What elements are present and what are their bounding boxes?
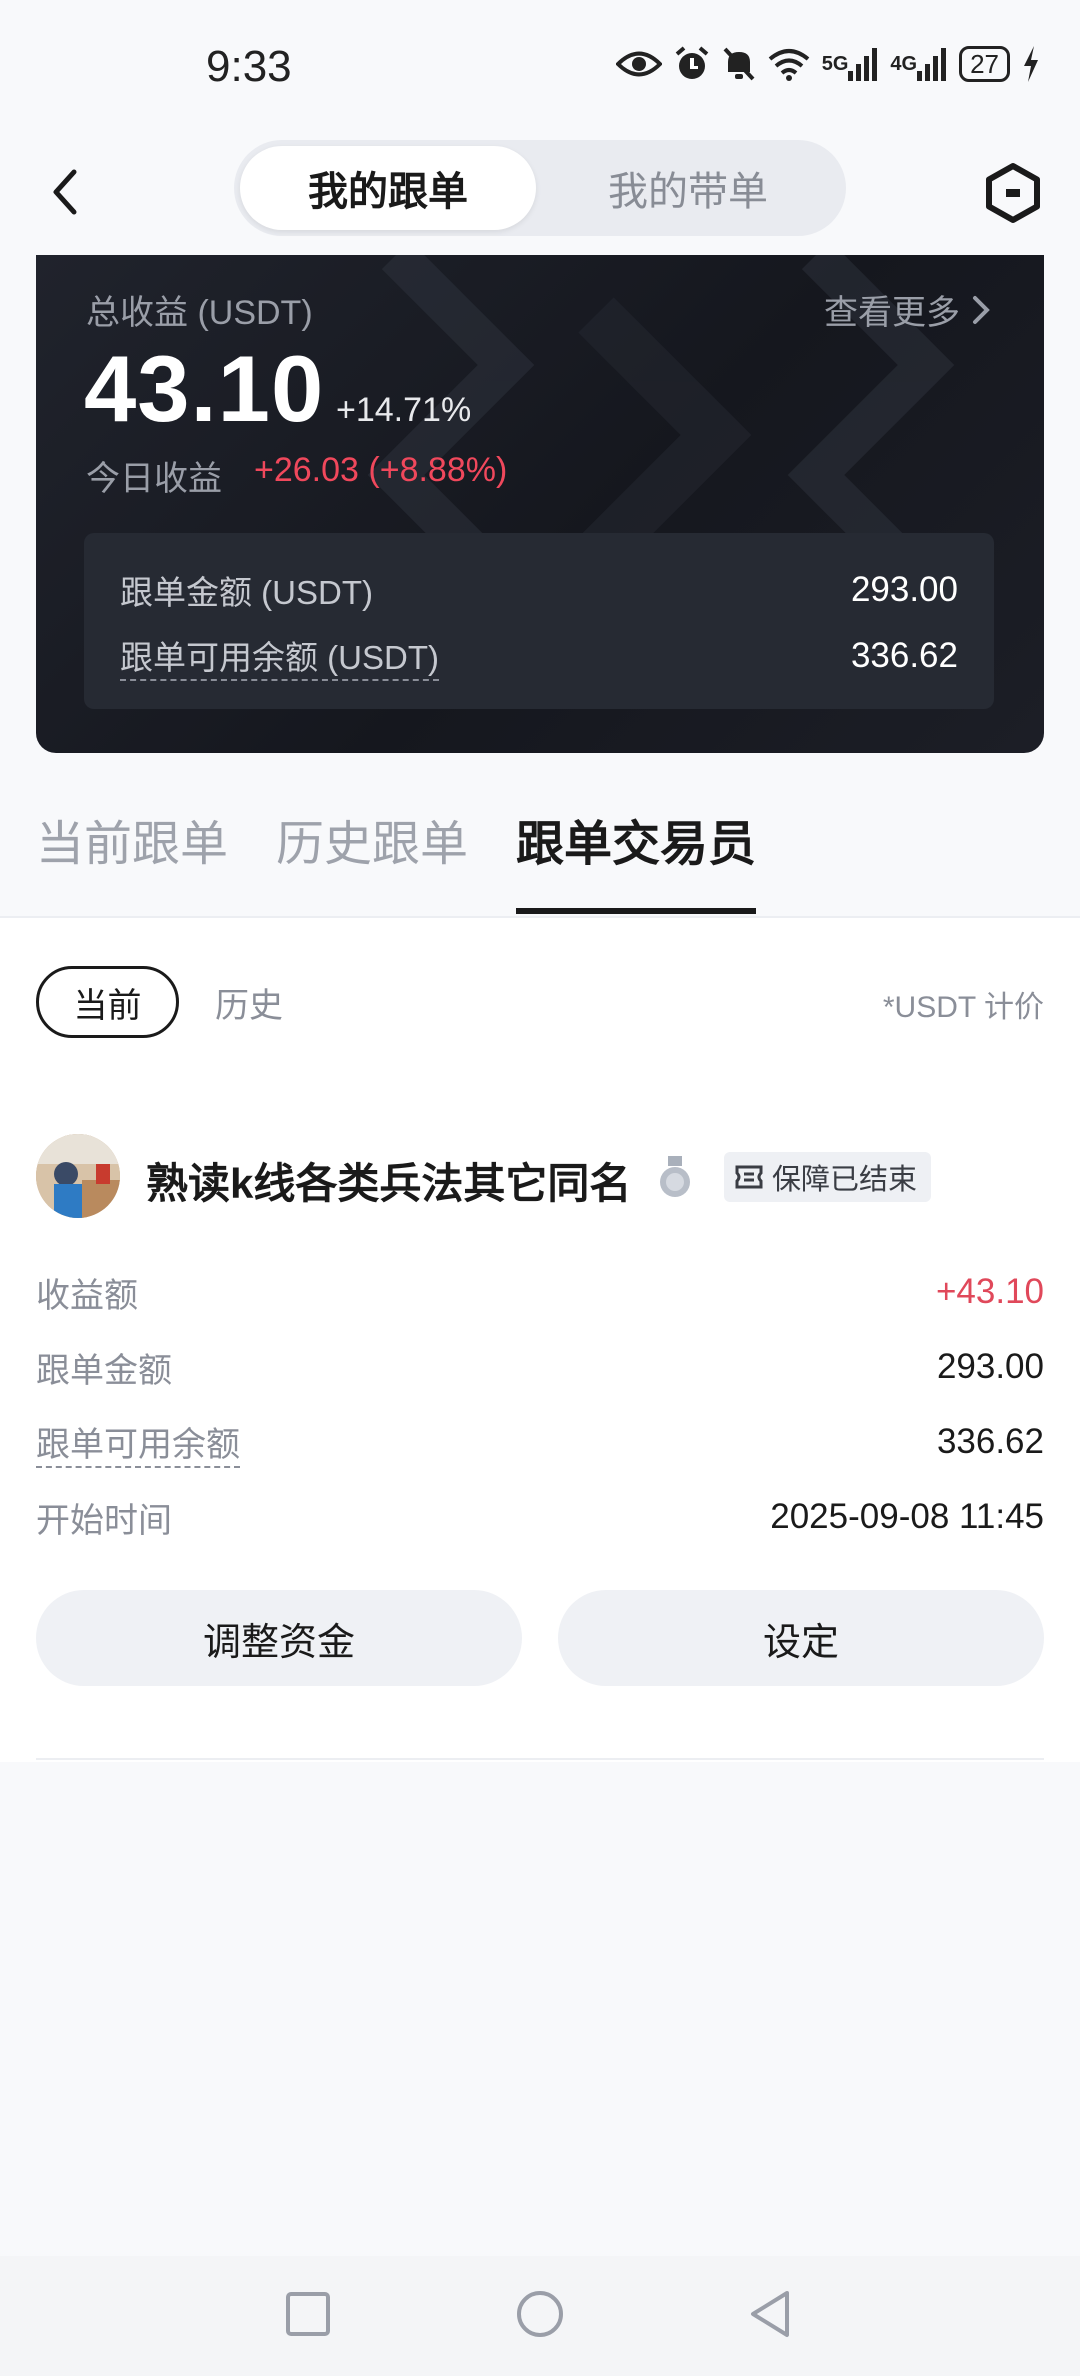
available-balance-value: 336.62 — [850, 636, 958, 675]
alarm-icon — [674, 46, 710, 82]
total-profit-pct: +14.71% — [336, 391, 472, 429]
copy-amount-value-2: 293.00 — [936, 1347, 1044, 1386]
guarantee-badge: 保障已结束 — [724, 1152, 932, 1202]
wifi-icon — [768, 47, 810, 81]
medal-icon — [656, 1156, 694, 1200]
chevron-right-icon — [973, 295, 990, 324]
adjust-funds-button[interactable]: 调整资金 — [36, 1590, 522, 1686]
available-balance-value-2: 336.62 — [936, 1422, 1044, 1461]
battery-icon: 27 — [959, 46, 1010, 82]
available-balance-label[interactable]: 跟单可用余额 (USDT) — [120, 631, 439, 681]
recents-button[interactable] — [276, 2282, 340, 2346]
available-balance-label-2[interactable]: 跟单可用余额 — [36, 1417, 240, 1468]
total-profit-value: 43.10 — [84, 336, 325, 441]
trader-name: 熟读k线各类兵法其它同名 — [146, 1160, 632, 1207]
tab-copy-traders[interactable]: 跟单交易员 — [516, 804, 756, 874]
sub-tabs: 当前 历史 — [36, 966, 283, 1038]
system-nav-bar — [0, 2256, 1080, 2376]
status-icons: 5G 4G 27 — [615, 46, 1040, 82]
subtab-history[interactable]: 历史 — [215, 978, 283, 1027]
divider — [36, 1758, 1044, 1760]
start-time-row: 开始时间 2025-09-08 11:45 — [36, 1489, 1044, 1545]
start-time-label: 开始时间 — [36, 1501, 172, 1540]
view-more-link[interactable]: 查看更多 — [824, 285, 992, 334]
summary-card: 总收益 (USDT) 查看更多 43.10 +14.71% 今日收益 +26.0… — [36, 255, 1044, 753]
trader-header[interactable]: 熟读k线各类兵法其它同名 保障已结束 — [36, 1134, 1044, 1224]
guarantee-label: 保障已结束 — [772, 1164, 918, 1196]
home-button[interactable] — [508, 2282, 572, 2346]
tab-active-indicator — [516, 908, 756, 914]
mute-icon — [722, 46, 756, 82]
settings-action-button[interactable]: 设定 — [558, 1590, 1044, 1686]
profit-value: +43.10 — [935, 1272, 1044, 1311]
top-bar: 我的跟单 我的带单 — [0, 140, 1080, 255]
ticket-icon — [735, 1165, 763, 1189]
today-profit-value: +26.03 (+8.88%) — [254, 451, 508, 489]
tab-history-copy[interactable]: 历史跟单 — [276, 804, 468, 874]
start-time-value: 2025-09-08 11:45 — [770, 1497, 1044, 1536]
mode-switch: 我的跟单 我的带单 — [234, 140, 846, 236]
total-profit-label: 总收益 (USDT) — [86, 294, 313, 332]
tab-my-lead[interactable]: 我的带单 — [540, 146, 836, 230]
main-tabs: 当前跟单 历史跟单 跟单交易员 — [0, 790, 1080, 918]
status-time: 9:33 — [206, 42, 292, 91]
copy-amount-row-2: 跟单金额 293.00 — [36, 1339, 1044, 1395]
available-balance-row-2: 跟单可用余额 336.62 — [36, 1414, 1044, 1470]
signal-icon-4g: 4G — [890, 47, 947, 81]
copy-amount-box: 跟单金额 (USDT) 293.00 跟单可用余额 (USDT) 336.62 — [84, 533, 994, 709]
copy-amount-label: 跟单金额 (USDT) — [120, 574, 373, 611]
back-button[interactable] — [46, 164, 86, 220]
price-unit-note: *USDT 计价 — [882, 991, 1044, 1024]
charging-icon — [1022, 46, 1040, 82]
profit-row: 收益额 +43.10 — [36, 1264, 1044, 1320]
copy-amount-value: 293.00 — [850, 570, 958, 609]
hexagon-settings-icon — [986, 163, 1040, 223]
view-more-label: 查看更多 — [824, 294, 960, 332]
status-bar: 9:33 5G 4G 27 — [0, 0, 1080, 140]
tab-current-copy[interactable]: 当前跟单 — [36, 804, 228, 874]
circle-nav-icon — [517, 2291, 563, 2337]
avatar — [36, 1134, 120, 1218]
tab-my-copy[interactable]: 我的跟单 — [240, 146, 536, 230]
copy-amount-label-2: 跟单金额 — [36, 1351, 172, 1390]
triangle-nav-icon — [751, 2291, 789, 2337]
back-icon — [53, 169, 77, 215]
signal-icon-5g: 5G — [822, 47, 879, 81]
today-profit-label: 今日收益 — [86, 460, 222, 498]
square-nav-icon — [286, 2292, 330, 2336]
settings-button[interactable] — [982, 162, 1044, 224]
available-balance-row: 跟单可用余额 (USDT) 336.62 — [120, 631, 958, 681]
back-nav-button[interactable] — [738, 2282, 802, 2346]
subtab-current[interactable]: 当前 — [36, 966, 179, 1038]
copy-amount-row: 跟单金额 (USDT) 293.00 — [120, 565, 958, 615]
eye-icon — [615, 49, 662, 79]
profit-label: 收益额 — [36, 1276, 138, 1315]
trader-panel: 当前 历史 *USDT 计价 熟读k线各类兵法其它同名 保障已结束 收益额 +4… — [0, 918, 1080, 1762]
